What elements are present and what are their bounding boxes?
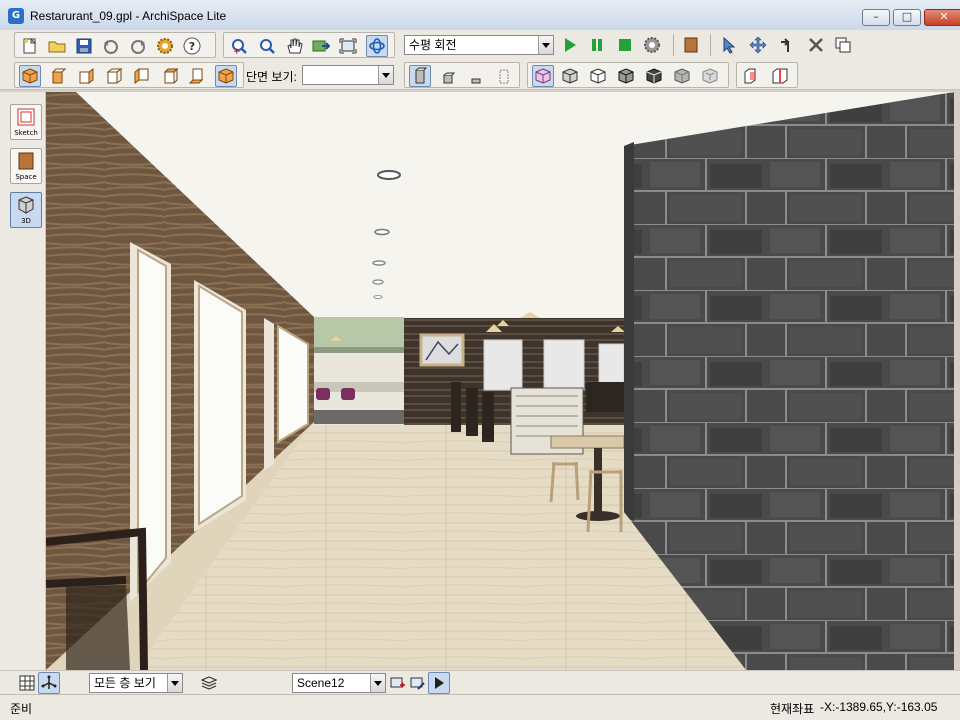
open-folder-icon[interactable] [46, 35, 68, 57]
fit-view-icon[interactable] [337, 35, 359, 57]
bottom-toolbar: 모든 층 보기 Scene12 [0, 670, 960, 694]
archispace-logo-icon: G [8, 8, 24, 24]
scene-select-value: Scene12 [297, 676, 345, 690]
toolbar-separator [673, 34, 674, 56]
edit-scene-icon[interactable] [406, 672, 428, 694]
new-file-icon[interactable] [19, 35, 41, 57]
view-bottom-icon[interactable] [187, 65, 209, 87]
mode-panel: Sketch Space 3D [0, 92, 46, 670]
orbit-icon[interactable] [366, 35, 388, 57]
sketch-icon [17, 108, 35, 126]
help-icon[interactable]: ? [181, 35, 203, 57]
select-arrow-icon[interactable] [718, 34, 740, 56]
view-cube-group [14, 62, 244, 88]
section-box-icon[interactable] [741, 65, 763, 87]
chevron-down-icon[interactable] [167, 674, 182, 692]
view-perspective-icon[interactable] [215, 65, 237, 87]
section-view-select[interactable] [302, 65, 394, 85]
render-mode-group [527, 62, 729, 88]
render-xray-icon[interactable] [699, 65, 721, 87]
zoom-in-icon[interactable]: + [228, 35, 250, 57]
view-right-icon[interactable] [75, 65, 97, 87]
svg-text:+: + [233, 47, 241, 55]
sketch-mode-button[interactable]: Sketch [10, 104, 42, 140]
section-plane-icon[interactable] [769, 65, 791, 87]
minimize-icon[interactable]: – [862, 9, 890, 26]
wall-display-group [404, 62, 520, 88]
render-texture-icon[interactable] [643, 65, 665, 87]
snap-icon[interactable] [38, 672, 60, 694]
window-title: Restarurant_09.gpl - ArchiSpace Lite [30, 9, 227, 23]
redo-icon[interactable] [127, 35, 149, 57]
toolbar-separator [710, 34, 711, 56]
3d-mode-button[interactable]: 3D [10, 192, 42, 228]
space-icon [18, 152, 34, 170]
status-bar: 준비 현재좌표 -X:-1389.65,Y:-163.05 [0, 694, 960, 720]
move-icon[interactable] [747, 34, 769, 56]
view-back-icon[interactable] [103, 65, 125, 87]
chevron-down-icon[interactable] [370, 674, 385, 692]
view-top-icon[interactable] [159, 65, 181, 87]
render-solid-icon[interactable] [671, 65, 693, 87]
animation-settings-icon[interactable] [641, 34, 663, 56]
view-front-icon[interactable] [47, 65, 69, 87]
settings-gear-icon[interactable] [154, 35, 176, 57]
undo-icon[interactable] [100, 35, 122, 57]
layers-icon[interactable] [198, 672, 220, 694]
animation-select-value: 수평 회전 [409, 38, 457, 52]
floor-select[interactable]: 모든 층 보기 [89, 673, 183, 693]
3d-mode-label: 3D [21, 217, 31, 225]
view-toolbar: 단면 보기: [0, 60, 960, 90]
view-left-icon[interactable] [131, 65, 153, 87]
file-toolbar-group: ? [14, 32, 216, 58]
chevron-down-icon[interactable] [538, 36, 553, 54]
close-icon[interactable]: ✕ [924, 9, 960, 26]
coordinate-label: 현재좌표 [770, 702, 815, 716]
main-toolbar: ? + 수평 회전 [0, 30, 960, 60]
grid-icon[interactable] [16, 672, 38, 694]
sketch-mode-label: Sketch [14, 129, 38, 137]
space-mode-label: Space [15, 173, 37, 181]
status-ready-text: 준비 [10, 702, 33, 716]
pan-hand-icon[interactable] [283, 35, 305, 57]
wall-low-icon[interactable] [465, 65, 487, 87]
view-iso-icon[interactable] [19, 65, 41, 87]
animation-select[interactable]: 수평 회전 [404, 35, 554, 55]
play-icon[interactable] [559, 34, 581, 56]
play-scene-icon[interactable] [428, 672, 450, 694]
render-wireframe-icon[interactable] [532, 65, 554, 87]
3d-view-icon [18, 196, 34, 214]
zoom-out-icon[interactable] [256, 35, 278, 57]
restaurant-3d-render [46, 92, 954, 670]
section-tools-group [736, 62, 798, 88]
render-hidden-line-icon[interactable] [587, 65, 609, 87]
delete-icon[interactable] [805, 34, 827, 56]
wall-hidden-icon[interactable] [493, 65, 515, 87]
coordinate-readout: -X:-1389.65,Y:-163.05 [820, 700, 938, 714]
pause-icon[interactable] [586, 34, 608, 56]
rotate-icon[interactable] [776, 34, 798, 56]
view-toolbar-group: + [223, 32, 395, 58]
wall-half-icon[interactable] [437, 65, 459, 87]
add-scene-icon[interactable] [386, 672, 408, 694]
maximize-icon[interactable]: □ [893, 9, 921, 26]
render-edges-icon[interactable] [615, 65, 637, 87]
stop-icon[interactable] [614, 34, 636, 56]
wall-full-icon[interactable] [409, 65, 431, 87]
chevron-down-icon[interactable] [378, 66, 393, 84]
scene-select[interactable]: Scene12 [292, 673, 386, 693]
export-image-icon[interactable] [310, 35, 332, 57]
3d-viewport[interactable] [46, 92, 954, 670]
section-view-label: 단면 보기: [246, 70, 297, 84]
space-mode-button[interactable]: Space [10, 148, 42, 184]
floor-select-value: 모든 층 보기 [94, 676, 156, 690]
copy-icon[interactable] [832, 34, 854, 56]
save-icon[interactable] [73, 35, 95, 57]
svg-text:?: ? [189, 40, 195, 53]
title-bar: G Restarurant_09.gpl - ArchiSpace Lite –… [0, 0, 960, 32]
render-shaded-icon[interactable] [559, 65, 581, 87]
material-icon[interactable] [680, 34, 702, 56]
